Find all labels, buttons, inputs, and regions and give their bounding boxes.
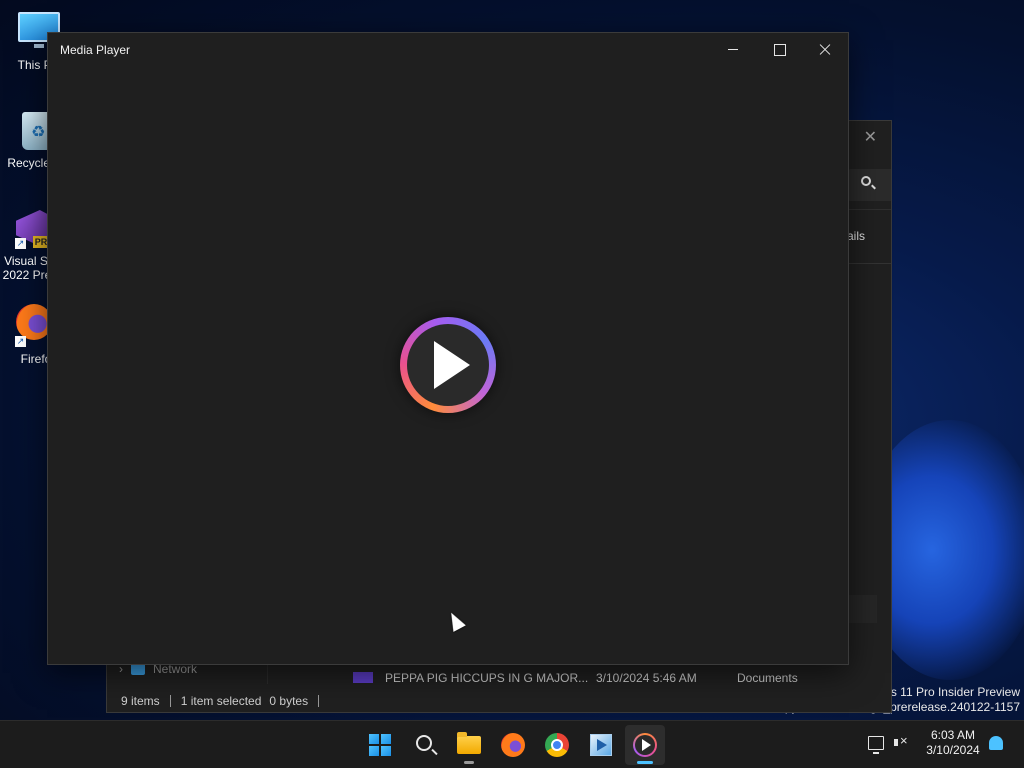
status-bar: 9 items 1 item selected 0 bytes <box>121 694 329 708</box>
active-indicator <box>637 761 653 764</box>
status-selection: 1 item selected <box>180 694 262 708</box>
media-player-icon <box>633 733 657 757</box>
taskbar-remote-desktop[interactable] <box>581 725 621 765</box>
play-button[interactable] <box>400 317 496 413</box>
remote-desktop-icon <box>590 734 612 756</box>
minimize-button[interactable] <box>710 33 756 65</box>
video-file-icon <box>353 672 373 683</box>
taskbar-media-player[interactable] <box>625 725 665 765</box>
media-player-window[interactable]: Media Player <box>47 32 849 665</box>
table-row[interactable]: PEPPA PIG HICCUPS IN G MAJOR... 3/10/202… <box>353 669 883 689</box>
search-input[interactable] <box>847 169 891 201</box>
file-name: PEPPA PIG HICCUPS IN G MAJOR... <box>385 671 589 685</box>
title-bar[interactable]: Media Player <box>48 33 848 65</box>
close-button[interactable] <box>802 33 848 65</box>
start-button[interactable] <box>360 725 400 765</box>
taskbar-chrome[interactable] <box>537 725 577 765</box>
window-title: Media Player <box>60 43 131 57</box>
firefox-icon <box>501 733 525 757</box>
taskbar-firefox[interactable] <box>493 725 533 765</box>
notification-bell-icon[interactable] <box>989 736 1003 750</box>
search-icon <box>861 176 871 186</box>
network-status-icon[interactable] <box>868 736 884 754</box>
clock-time: 6:03 AM <box>930 728 976 742</box>
file-date: 3/10/2024 5:46 AM <box>596 671 697 685</box>
status-item-count: 9 items <box>121 694 160 708</box>
volume-muted-icon[interactable] <box>894 733 910 750</box>
chrome-icon <box>545 733 569 757</box>
start-icon <box>369 734 391 756</box>
clock-date: 3/10/2024 <box>926 743 980 757</box>
taskbar-clock[interactable]: 6:03 AM 3/10/2024 <box>920 728 986 758</box>
play-icon <box>434 341 470 389</box>
taskbar-search-button[interactable] <box>405 725 445 765</box>
search-icon <box>416 735 432 751</box>
close-icon[interactable]: ✕ <box>864 127 877 147</box>
running-indicator <box>464 761 474 764</box>
maximize-button[interactable] <box>756 33 802 65</box>
file-explorer-icon <box>457 732 481 754</box>
shortcut-arrow-icon: ↗ <box>15 238 26 249</box>
shortcut-arrow-icon: ↗ <box>15 336 26 347</box>
taskbar-file-explorer[interactable] <box>449 725 489 765</box>
status-size: 0 bytes <box>269 694 309 708</box>
file-type: Documents <box>737 671 798 685</box>
